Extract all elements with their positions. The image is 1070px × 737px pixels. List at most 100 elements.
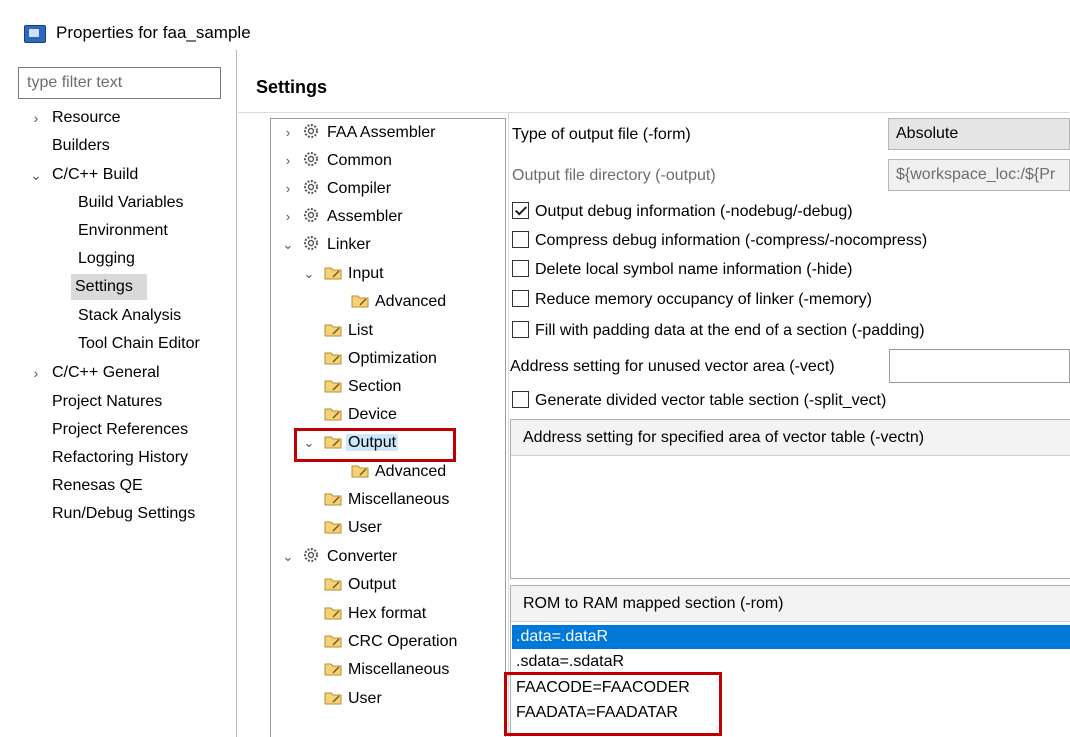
tree-item-common[interactable]: Common xyxy=(303,147,394,175)
tree-item-converter-output[interactable]: Output xyxy=(324,571,398,599)
debug-checkbox[interactable] xyxy=(512,202,529,219)
folder-settings-icon xyxy=(324,267,342,280)
filter-input[interactable] xyxy=(18,67,221,99)
form-select[interactable]: Absolute xyxy=(888,118,1070,150)
tree-item-converter-miscellaneous[interactable]: Miscellaneous xyxy=(324,656,451,684)
chevron-down-icon[interactable]: ⌄ xyxy=(280,231,296,259)
rom-list-item[interactable]: FAACODE=FAACODER xyxy=(512,676,1070,700)
chevron-right-icon[interactable]: › xyxy=(280,203,296,231)
rom-list-item[interactable]: FAADATA=FAADATAR xyxy=(512,701,1070,725)
tree-item-converter-user[interactable]: User xyxy=(324,685,384,713)
rom-list-item[interactable]: .data=.dataR xyxy=(512,625,1070,649)
nav-item-resource[interactable]: Resource xyxy=(48,105,124,131)
tree-item-linker[interactable]: Linker xyxy=(303,231,373,259)
tree-item-section[interactable]: Section xyxy=(324,373,403,401)
compress-checkbox-label: Compress debug information (-compress/-n… xyxy=(535,232,928,249)
rom-list[interactable]: ROM to RAM mapped section (-rom) .data=.… xyxy=(510,585,1070,737)
memory-option[interactable]: Reduce memory occupancy of linker (-memo… xyxy=(512,287,872,313)
nav-item-project-natures[interactable]: Project Natures xyxy=(48,389,166,415)
tree-item-label: User xyxy=(348,519,382,536)
tree-item-output[interactable]: Output xyxy=(324,429,399,457)
folder-settings-icon xyxy=(324,436,342,449)
hide-checkbox[interactable] xyxy=(512,260,529,277)
nav-item-refactoring-history[interactable]: Refactoring History xyxy=(48,445,192,471)
title-bar: Properties for faa_sample xyxy=(0,0,1070,50)
folder-settings-icon xyxy=(324,493,342,506)
folder-settings-icon xyxy=(324,324,342,337)
debug-option[interactable]: Output debug information (-nodebug/-debu… xyxy=(512,199,853,225)
memory-checkbox-label: Reduce memory occupancy of linker (-memo… xyxy=(535,291,872,308)
split-vect-checkbox[interactable] xyxy=(512,391,529,408)
gear-icon xyxy=(304,180,318,194)
nav-item-environment[interactable]: Environment xyxy=(74,218,172,244)
folder-settings-icon xyxy=(324,578,342,591)
tree-item-label: Converter xyxy=(327,548,398,565)
nav-item-project-references[interactable]: Project References xyxy=(48,417,192,443)
tree-item-device[interactable]: Device xyxy=(324,401,399,429)
chevron-down-icon[interactable]: ⌄ xyxy=(301,260,317,288)
tree-item-label: Output xyxy=(346,434,399,451)
tree-item-hex-format[interactable]: Hex format xyxy=(324,600,428,628)
output-dir-label: Output file directory (-output) xyxy=(512,167,716,184)
nav-item-builders[interactable]: Builders xyxy=(48,133,114,159)
vect-input[interactable] xyxy=(889,349,1070,383)
padding-option[interactable]: Fill with padding data at the end of a s… xyxy=(512,318,925,344)
tree-item-output-advanced[interactable]: Advanced xyxy=(351,458,448,486)
memory-checkbox[interactable] xyxy=(512,290,529,307)
tree-item-assembler[interactable]: Assembler xyxy=(303,203,405,231)
form-label: Type of output file (-form) xyxy=(512,126,691,143)
nav-item-renesas-qe[interactable]: Renesas QE xyxy=(48,473,147,499)
tree-item-input[interactable]: Input xyxy=(324,260,386,288)
rom-list-item[interactable]: .sdata=.sdataR xyxy=(512,650,1070,674)
page-title: Settings xyxy=(256,77,328,97)
tree-item-label: Advanced xyxy=(375,293,447,310)
debug-checkbox-label: Output debug information (-nodebug/-debu… xyxy=(535,203,853,220)
chevron-down-icon[interactable]: ⌄ xyxy=(280,543,296,571)
tree-item-faa-assembler[interactable]: FAA Assembler xyxy=(303,119,438,147)
compress-option[interactable]: Compress debug information (-compress/-n… xyxy=(512,228,927,254)
chevron-down-icon[interactable]: ⌄ xyxy=(301,429,317,457)
tree-item-list[interactable]: List xyxy=(324,317,375,345)
tree-item-label: CRC Operation xyxy=(348,633,458,650)
nav-item-cpp-general[interactable]: C/C++ General xyxy=(48,360,164,386)
tree-item-converter[interactable]: Converter xyxy=(303,543,399,571)
nav-item-build-variables[interactable]: Build Variables xyxy=(74,190,188,216)
tree-item-miscellaneous[interactable]: Miscellaneous xyxy=(324,486,451,514)
gear-icon xyxy=(304,152,318,166)
chevron-right-icon[interactable]: › xyxy=(280,119,296,147)
hide-option[interactable]: Delete local symbol name information (-h… xyxy=(512,257,852,283)
chevron-right-icon[interactable]: › xyxy=(28,105,44,131)
tree-item-label: User xyxy=(348,690,382,707)
tree-item-optimization[interactable]: Optimization xyxy=(324,345,439,373)
chevron-right-icon[interactable]: › xyxy=(280,175,296,203)
vectn-list[interactable]: Address setting for specified area of ve… xyxy=(510,419,1070,579)
hide-checkbox-label: Delete local symbol name information (-h… xyxy=(535,261,853,278)
output-dir-field[interactable]: ${workspace_loc:/${Pr xyxy=(888,159,1070,191)
padding-checkbox[interactable] xyxy=(512,321,529,338)
folder-settings-icon xyxy=(324,607,342,620)
tree-item-input-advanced[interactable]: Advanced xyxy=(351,288,448,316)
nav-item-logging[interactable]: Logging xyxy=(74,246,139,272)
folder-settings-icon xyxy=(324,408,342,421)
folder-settings-icon xyxy=(324,521,342,534)
nav-item-cpp-build[interactable]: C/C++ Build xyxy=(48,162,142,188)
tree-item-label: Input xyxy=(348,265,384,282)
nav-item-run-debug[interactable]: Run/Debug Settings xyxy=(48,501,199,527)
nav-item-stack-analysis[interactable]: Stack Analysis xyxy=(74,303,185,329)
divider xyxy=(508,112,509,737)
compress-checkbox[interactable] xyxy=(512,231,529,248)
tree-item-compiler[interactable]: Compiler xyxy=(303,175,393,203)
nav-item-settings[interactable]: Settings xyxy=(71,274,147,300)
split-vect-option[interactable]: Generate divided vector table section (-… xyxy=(512,388,886,414)
chevron-down-icon[interactable]: ⌄ xyxy=(28,162,44,188)
tree-item-user[interactable]: User xyxy=(324,514,384,542)
nav-item-tool-chain-editor[interactable]: Tool Chain Editor xyxy=(74,331,204,357)
app-icon xyxy=(24,25,46,43)
rom-list-header: ROM to RAM mapped section (-rom) xyxy=(511,586,1070,622)
chevron-right-icon[interactable]: › xyxy=(280,147,296,175)
chevron-right-icon[interactable]: › xyxy=(28,360,44,386)
tree-item-label: Miscellaneous xyxy=(348,491,450,508)
tree-item-crc-operation[interactable]: CRC Operation xyxy=(324,628,459,656)
tree-item-label: List xyxy=(348,322,373,339)
tree-item-label: Device xyxy=(348,406,397,423)
